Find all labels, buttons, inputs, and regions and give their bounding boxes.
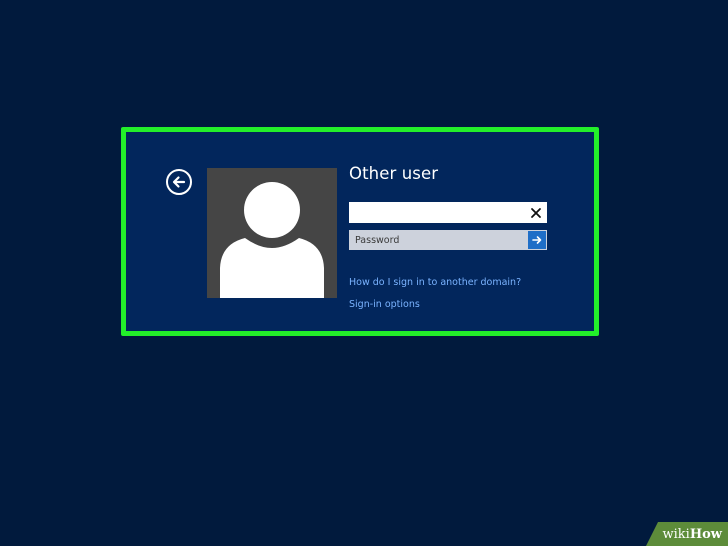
password-input[interactable]: [349, 230, 527, 250]
another-domain-link[interactable]: How do I sign in to another domain?: [349, 277, 521, 288]
username-input[interactable]: [349, 202, 525, 223]
clear-button[interactable]: [527, 204, 544, 221]
arrow-right-icon: [532, 236, 542, 244]
back-arrow-icon: [172, 176, 186, 188]
watermark-wiki: wiki: [662, 526, 690, 542]
password-field[interactable]: [349, 230, 547, 250]
close-icon: [530, 207, 541, 218]
submit-button[interactable]: [528, 231, 546, 249]
user-silhouette-icon: [220, 182, 324, 298]
back-button[interactable]: [166, 169, 192, 195]
username-field[interactable]: [349, 202, 547, 223]
lock-screen: Other user How do I sign in to another d…: [0, 0, 728, 546]
user-avatar: [207, 168, 337, 298]
watermark-how: How: [689, 526, 722, 542]
wikihow-watermark: wiki How: [646, 522, 728, 546]
account-title: Other user: [349, 164, 439, 183]
sign-in-options-link[interactable]: Sign-in options: [349, 299, 420, 310]
